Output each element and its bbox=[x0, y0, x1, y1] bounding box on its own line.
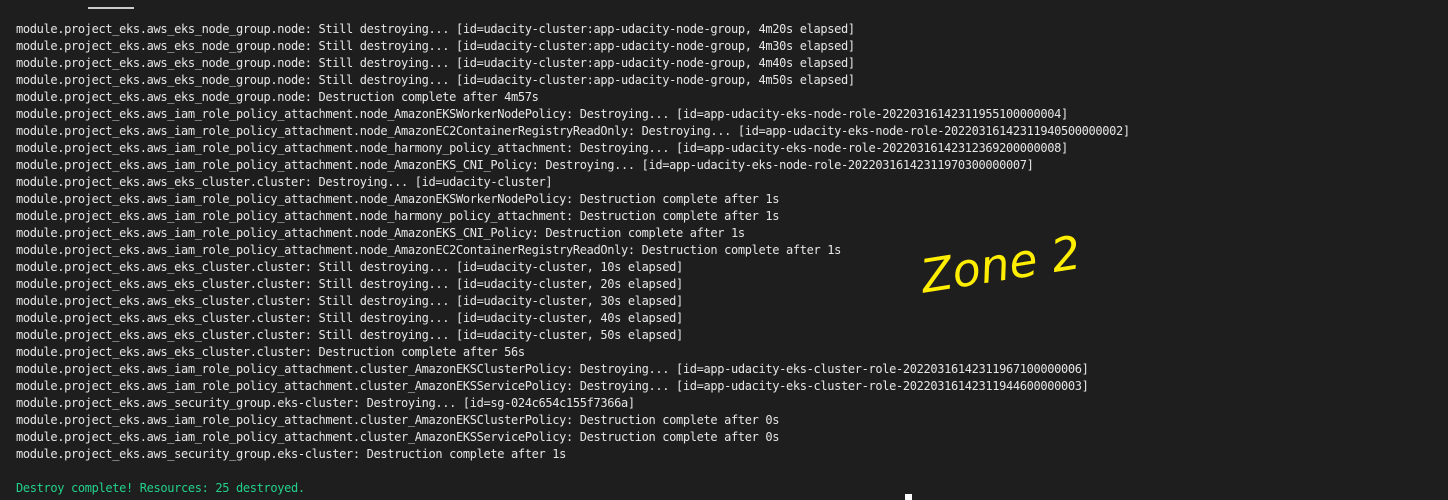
terminal-panel[interactable]: module.project_eks.aws_eks_node_group.no… bbox=[0, 0, 1448, 500]
log-line: module.project_eks.aws_iam_role_policy_a… bbox=[16, 107, 1068, 121]
text-cursor bbox=[905, 494, 912, 500]
log-line: module.project_eks.aws_iam_role_policy_a… bbox=[16, 379, 1089, 393]
annotation-text: Zone 2 bbox=[915, 225, 1084, 300]
log-line: module.project_eks.aws_eks_node_group.no… bbox=[16, 22, 855, 36]
log-line: module.project_eks.aws_iam_role_policy_a… bbox=[16, 192, 780, 206]
log-line: module.project_eks.aws_eks_node_group.no… bbox=[16, 56, 855, 70]
log-line: module.project_eks.aws_iam_role_policy_a… bbox=[16, 124, 1130, 138]
log-line: module.project_eks.aws_iam_role_policy_a… bbox=[16, 362, 1089, 376]
active-tab-indicator bbox=[88, 7, 134, 9]
log-line: module.project_eks.aws_iam_role_policy_a… bbox=[16, 413, 780, 427]
log-line: module.project_eks.aws_eks_cluster.clust… bbox=[16, 328, 683, 342]
log-line: module.project_eks.aws_eks_cluster.clust… bbox=[16, 175, 553, 189]
destroy-summary: Destroy complete! Resources: 25 destroye… bbox=[16, 481, 305, 495]
log-line: module.project_eks.aws_iam_role_policy_a… bbox=[16, 141, 1068, 155]
log-line: module.project_eks.aws_eks_node_group.no… bbox=[16, 90, 539, 104]
log-line: module.project_eks.aws_eks_cluster.clust… bbox=[16, 345, 525, 359]
log-line: module.project_eks.aws_eks_node_group.no… bbox=[16, 39, 855, 53]
log-line: module.project_eks.aws_security_group.ek… bbox=[16, 447, 566, 461]
log-line: module.project_eks.aws_iam_role_policy_a… bbox=[16, 430, 780, 444]
log-line: module.project_eks.aws_eks_cluster.clust… bbox=[16, 311, 683, 325]
handwritten-annotation: Zone 2 bbox=[915, 225, 1084, 300]
log-line: module.project_eks.aws_security_group.ek… bbox=[16, 396, 635, 410]
log-line: module.project_eks.aws_iam_role_policy_a… bbox=[16, 158, 1034, 172]
log-line: module.project_eks.aws_eks_node_group.no… bbox=[16, 73, 855, 87]
